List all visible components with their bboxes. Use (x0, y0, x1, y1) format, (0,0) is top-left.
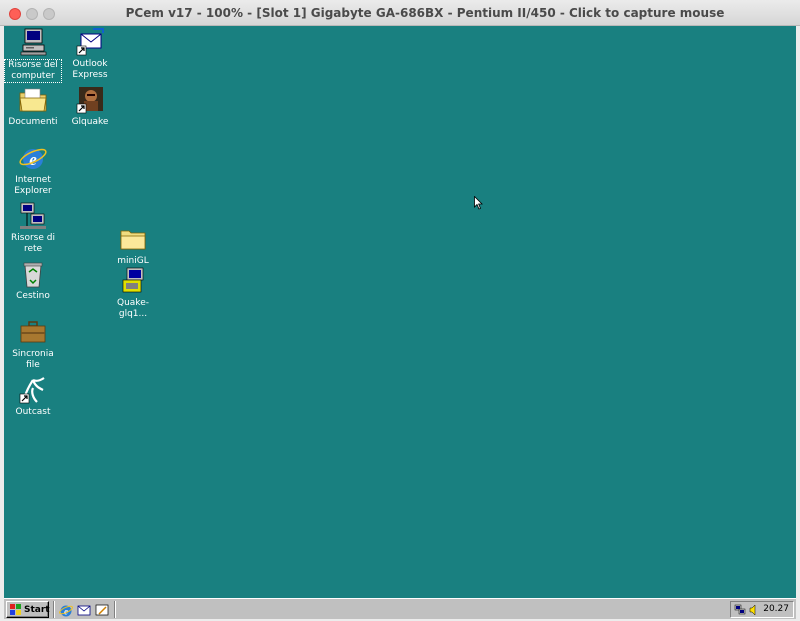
start-button[interactable]: Start (6, 601, 50, 618)
volume-icon[interactable] (748, 603, 760, 616)
desktop-icon-network-neighborhood[interactable]: Risorse di rete (4, 200, 62, 255)
desktop-icon-outlook-express[interactable]: Outlook Express (61, 26, 119, 81)
quake-setup-icon (117, 265, 149, 297)
briefcase-icon (17, 316, 49, 348)
desktop-icon-recycle-bin[interactable]: Cestino (4, 258, 62, 302)
desktop-icon-outcast[interactable]: Outcast (4, 374, 62, 418)
desktop-icon-label: Documenti (8, 117, 58, 127)
minimize-window-button[interactable] (26, 8, 38, 20)
emulator-window: PCem v17 - 100% - [Slot 1] Gigabyte GA-6… (0, 0, 800, 621)
desktop-icon-minigl-folder[interactable]: miniGL (104, 223, 162, 267)
desktop-icon-label: Risorse di rete (11, 233, 55, 254)
quicklaunch-show-desktop-icon[interactable] (94, 602, 110, 618)
desktop-icon-label: Glquake (71, 117, 109, 127)
system-tray: 20.27 (730, 601, 794, 618)
desktop-icon-glquake[interactable]: Glquake (61, 84, 119, 128)
mouse-cursor-icon (474, 195, 484, 210)
start-label: Start (24, 604, 50, 615)
desktop-icon-label: Quake-glq1... (117, 298, 149, 319)
folder-icon (117, 223, 149, 255)
quicklaunch-outlook-express-icon[interactable] (76, 602, 92, 618)
desktop-icon-label: Cestino (16, 291, 50, 301)
taskbar-clock[interactable]: 20.27 (763, 604, 789, 614)
zoom-window-button[interactable] (43, 8, 55, 20)
desktop-icon-label: Outlook Express (72, 59, 108, 80)
network-tray-icon[interactable] (734, 603, 746, 615)
taskbar-separator (114, 601, 116, 618)
windows-logo-icon (10, 604, 22, 615)
desktop-icon-label: Outcast (15, 407, 51, 417)
internet-explorer-icon: e (17, 142, 49, 174)
my-documents-icon (17, 84, 49, 116)
desktop-icon-briefcase[interactable]: Sincronia file (4, 316, 62, 371)
desktop-icon-label: Sincronia file (12, 349, 54, 370)
desktop-icon-label: Risorse del computer (4, 59, 62, 83)
close-window-button[interactable] (9, 8, 21, 20)
desktop-icon-my-documents[interactable]: Documenti (4, 84, 62, 128)
window-title: PCem v17 - 100% - [Slot 1] Gigabyte GA-6… (125, 6, 725, 20)
desktop-icon-internet-explorer[interactable]: e Internet Explorer (4, 142, 62, 197)
recycle-bin-icon (17, 258, 49, 290)
network-neighborhood-icon (17, 200, 49, 232)
quicklaunch-internet-explorer-icon[interactable]: e (58, 602, 74, 618)
taskbar-separator (53, 601, 55, 618)
my-computer-icon (17, 26, 49, 58)
glquake-icon (74, 84, 106, 116)
windows-desktop[interactable]: Risorse del computer Outlook Express Doc… (4, 26, 796, 598)
outlook-express-icon (74, 26, 106, 58)
desktop-icon-quake-setup[interactable]: Quake-glq1... (104, 265, 162, 320)
window-titlebar[interactable]: PCem v17 - 100% - [Slot 1] Gigabyte GA-6… (0, 0, 800, 26)
taskbar: Start e 20.27 (4, 598, 796, 619)
outcast-icon (17, 374, 49, 406)
desktop-icon-label: Internet Explorer (14, 175, 52, 196)
desktop-icon-my-computer[interactable]: Risorse del computer (4, 26, 62, 83)
